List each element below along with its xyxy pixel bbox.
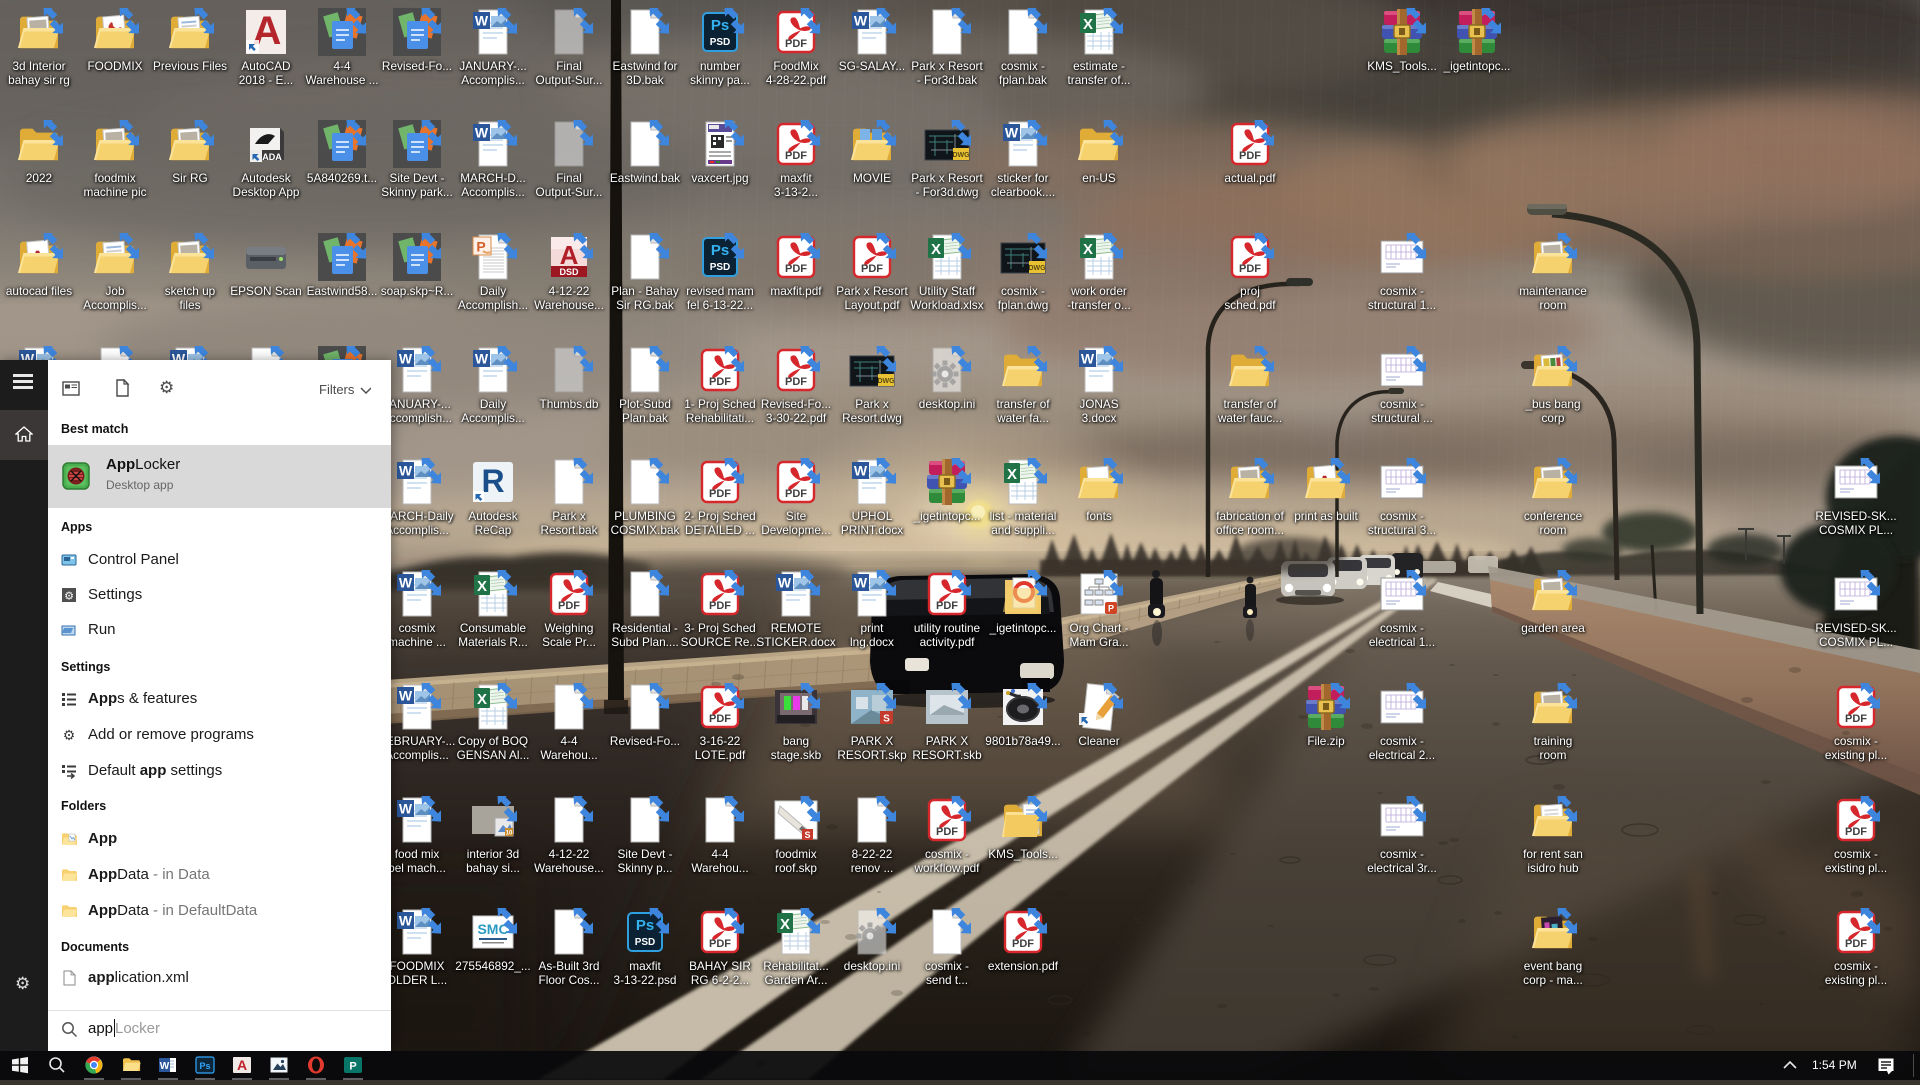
- svg-text:X: X: [477, 578, 487, 595]
- svg-text:X: X: [931, 241, 941, 258]
- svg-text:DWG: DWG: [952, 152, 970, 159]
- svg-text:PDF: PDF: [1845, 826, 1867, 838]
- svg-text:X: X: [1083, 16, 1093, 33]
- svg-text:W: W: [399, 351, 413, 367]
- svg-text:W: W: [399, 463, 413, 479]
- svg-text:PDF: PDF: [1239, 263, 1261, 275]
- svg-text:Ps: Ps: [636, 917, 654, 934]
- svg-text:PDF: PDF: [1845, 938, 1867, 950]
- svg-text:DSD: DSD: [559, 267, 579, 277]
- svg-text:PDF: PDF: [1012, 938, 1034, 950]
- svg-text:PSD: PSD: [710, 262, 731, 273]
- svg-text:PSD: PSD: [710, 37, 731, 48]
- svg-text:Ps: Ps: [199, 1061, 210, 1071]
- svg-text:X: X: [477, 691, 487, 708]
- svg-text:A: A: [560, 240, 579, 270]
- svg-text:W: W: [854, 575, 868, 591]
- svg-text:PDF: PDF: [785, 488, 807, 500]
- svg-text:PDF: PDF: [709, 713, 731, 725]
- svg-text:X: X: [1083, 241, 1093, 258]
- svg-text:PDF: PDF: [785, 263, 807, 275]
- svg-text:W: W: [475, 13, 489, 29]
- svg-text:PDF: PDF: [1239, 150, 1261, 162]
- svg-text:PDF: PDF: [785, 150, 807, 162]
- svg-text:PDF: PDF: [785, 376, 807, 388]
- svg-text:W: W: [778, 575, 792, 591]
- svg-text:A: A: [237, 1057, 247, 1073]
- svg-text:W: W: [160, 1061, 170, 1072]
- svg-text:S: S: [883, 714, 890, 725]
- svg-text:W: W: [1005, 125, 1019, 141]
- svg-text:DWG: DWG: [877, 378, 895, 385]
- svg-text:PDF: PDF: [861, 263, 883, 275]
- svg-text:X: X: [780, 916, 790, 933]
- svg-text:Ps: Ps: [711, 242, 729, 259]
- svg-text:PDF: PDF: [1845, 713, 1867, 725]
- svg-text:W: W: [854, 13, 868, 29]
- svg-text:PDF: PDF: [558, 600, 580, 612]
- svg-text:W: W: [1081, 351, 1095, 367]
- svg-text:W: W: [399, 688, 413, 704]
- svg-text:⚙: ⚙: [63, 727, 76, 743]
- svg-text:X: X: [1007, 466, 1017, 483]
- svg-text:PDF: PDF: [709, 488, 731, 500]
- svg-text:P: P: [1108, 604, 1114, 614]
- svg-text:W: W: [475, 351, 489, 367]
- svg-text:W: W: [399, 913, 413, 929]
- svg-text:PDF: PDF: [709, 938, 731, 950]
- svg-text:W: W: [854, 463, 868, 479]
- svg-text:PDF: PDF: [936, 600, 958, 612]
- svg-text:P: P: [349, 1061, 356, 1073]
- svg-text:W: W: [399, 575, 413, 591]
- svg-text:Ps: Ps: [711, 17, 729, 34]
- svg-text:W: W: [475, 125, 489, 141]
- svg-text:PSD: PSD: [635, 937, 656, 948]
- svg-text:DWG: DWG: [1028, 265, 1046, 272]
- svg-text:PDF: PDF: [785, 38, 807, 50]
- svg-text:ADA: ADA: [262, 152, 282, 162]
- svg-text:R: R: [481, 463, 504, 499]
- svg-text:W: W: [399, 801, 413, 817]
- svg-text:10: 10: [506, 831, 513, 837]
- svg-text:S: S: [804, 830, 810, 840]
- svg-text:PDF: PDF: [709, 376, 731, 388]
- svg-text:PDF: PDF: [709, 600, 731, 612]
- svg-text:PDF: PDF: [936, 826, 958, 838]
- svg-text:⚙: ⚙: [64, 591, 74, 603]
- svg-text:SMC: SMC: [477, 921, 508, 937]
